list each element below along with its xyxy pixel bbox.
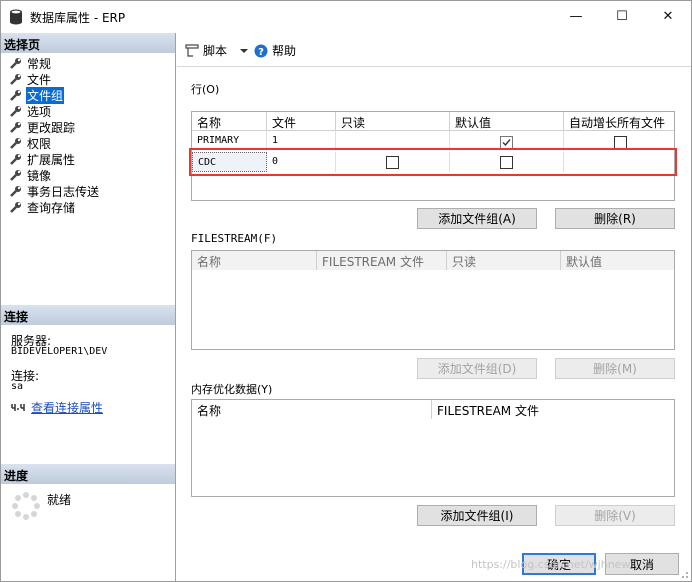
- filestream-section-label: FILESTREAM(F): [191, 232, 278, 245]
- help-label: 帮助: [272, 44, 297, 58]
- plug-icon: [11, 403, 25, 411]
- select-page-header: 选择页: [1, 33, 175, 53]
- connection-header: 连接: [1, 305, 175, 325]
- checkmark-icon: [502, 139, 511, 147]
- wrench-icon: [10, 201, 21, 213]
- database-icon: [10, 9, 22, 25]
- add-filegroup-rows-button[interactable]: 添加文件组(A): [417, 208, 537, 229]
- column-header-default: 默认值: [561, 251, 674, 270]
- wrench-icon: [10, 89, 21, 101]
- server-value: BIDEVELOPER1\DEV: [11, 346, 108, 357]
- memory-optimized-grid: 名称 FILESTREAM 文件: [191, 399, 675, 497]
- nav-item-label: 更改跟踪: [27, 120, 76, 135]
- wrench-icon: [10, 137, 21, 149]
- progress-status: 就绪: [47, 493, 72, 507]
- rows-section-label: 行(O): [191, 83, 220, 96]
- progress-spinner-icon: [12, 492, 40, 520]
- toolbar: 脚本 ? 帮助: [177, 33, 691, 67]
- nav-item-label: 镜像: [27, 168, 52, 183]
- progress-header: 进度: [1, 464, 175, 484]
- column-header-name[interactable]: 名称: [192, 400, 432, 419]
- nav-item-change-tracking[interactable]: 更改跟踪: [9, 119, 76, 135]
- close-button[interactable]: ✕: [645, 1, 691, 32]
- nav-item-filegroups[interactable]: 文件组: [9, 86, 65, 104]
- wrench-icon: [10, 185, 21, 197]
- help-button[interactable]: ? 帮助: [254, 42, 296, 59]
- close-icon: ✕: [662, 9, 674, 24]
- nav-item-files[interactable]: 文件: [9, 71, 52, 87]
- add-filegroup-memory-button[interactable]: 添加文件组(I): [417, 505, 537, 526]
- wrench-icon: [10, 169, 21, 181]
- nav-item-label: 文件: [27, 72, 52, 87]
- script-button[interactable]: 脚本: [185, 42, 249, 59]
- column-header-name[interactable]: 名称: [192, 112, 267, 131]
- left-pane: 选择页 常规 文件 文件组 选项 更改跟踪 权限 扩展属性 镜像 事务日志传送 …: [1, 33, 176, 581]
- nav-item-label: 事务日志传送: [27, 184, 100, 199]
- nav-item-query-store[interactable]: 查询存储: [9, 199, 76, 215]
- column-header-filestream-files[interactable]: FILESTREAM 文件: [432, 400, 674, 419]
- window-title: 数据库属性 - ERP: [30, 11, 126, 25]
- resize-grip-icon[interactable]: [679, 569, 689, 579]
- column-header-name: 名称: [192, 251, 317, 270]
- wrench-icon: [10, 153, 21, 165]
- column-header-filestream-files: FILESTREAM 文件: [317, 251, 447, 270]
- script-icon: [185, 43, 199, 57]
- nav-item-label: 常规: [27, 56, 52, 71]
- delete-filestream-button[interactable]: 删除(M): [555, 358, 675, 379]
- nav-item-label: 选项: [27, 104, 52, 119]
- nav-item-label: 权限: [27, 136, 52, 151]
- wrench-icon: [10, 121, 21, 133]
- maximize-icon: ☐: [616, 9, 628, 24]
- wrench-icon: [10, 105, 21, 117]
- help-icon: ?: [254, 44, 268, 58]
- add-filegroup-filestream-button[interactable]: 添加文件组(D): [417, 358, 537, 379]
- nav-item-log-shipping[interactable]: 事务日志传送: [9, 183, 100, 199]
- nav-item-options[interactable]: 选项: [9, 103, 52, 119]
- nav-item-label: 查询存储: [27, 200, 76, 215]
- column-header-files[interactable]: 文件: [267, 112, 336, 131]
- column-header-readonly: 只读: [447, 251, 561, 270]
- column-header-readonly[interactable]: 只读: [336, 112, 450, 131]
- script-label: 脚本: [203, 44, 228, 58]
- wrench-icon: [10, 57, 21, 69]
- watermark: https://blog.csdn.net/wjhnew: [471, 558, 631, 571]
- nav-item-extended-properties[interactable]: 扩展属性: [9, 151, 76, 167]
- maximize-button[interactable]: ☐: [599, 1, 645, 32]
- dropdown-arrow-icon[interactable]: [239, 47, 249, 55]
- minimize-icon: —: [569, 9, 583, 24]
- minimize-button[interactable]: —: [553, 1, 599, 32]
- nav-item-label: 文件组: [26, 86, 65, 104]
- wrench-icon: [10, 73, 21, 85]
- database-properties-window: 数据库属性 - ERP — ☐ ✕ 选择页 常规 文件 文件组 选项 更改跟踪: [0, 0, 692, 582]
- connection-value: sa: [11, 381, 24, 392]
- svg-text:?: ?: [258, 47, 264, 58]
- memory-section-label: 内存优化数据(Y): [191, 383, 273, 396]
- nav-item-label: 扩展属性: [27, 152, 76, 167]
- delete-rows-button[interactable]: 删除(R): [555, 208, 675, 229]
- column-header-default[interactable]: 默认值: [450, 112, 564, 131]
- view-connection-properties[interactable]: 查看连接属性: [11, 399, 103, 416]
- title-bar: 数据库属性 - ERP — ☐ ✕: [1, 1, 691, 33]
- view-connection-link[interactable]: 查看连接属性: [31, 399, 103, 416]
- nav-item-permissions[interactable]: 权限: [9, 135, 52, 151]
- delete-memory-button[interactable]: 删除(V): [555, 505, 675, 526]
- column-header-autogrow[interactable]: 自动增长所有文件: [564, 112, 674, 131]
- nav-item-general[interactable]: 常规: [9, 55, 52, 71]
- nav-item-mirroring[interactable]: 镜像: [9, 167, 52, 183]
- filestream-grid: 名称 FILESTREAM 文件 只读 默认值: [191, 250, 675, 350]
- annotation-highlight-box: [189, 148, 677, 176]
